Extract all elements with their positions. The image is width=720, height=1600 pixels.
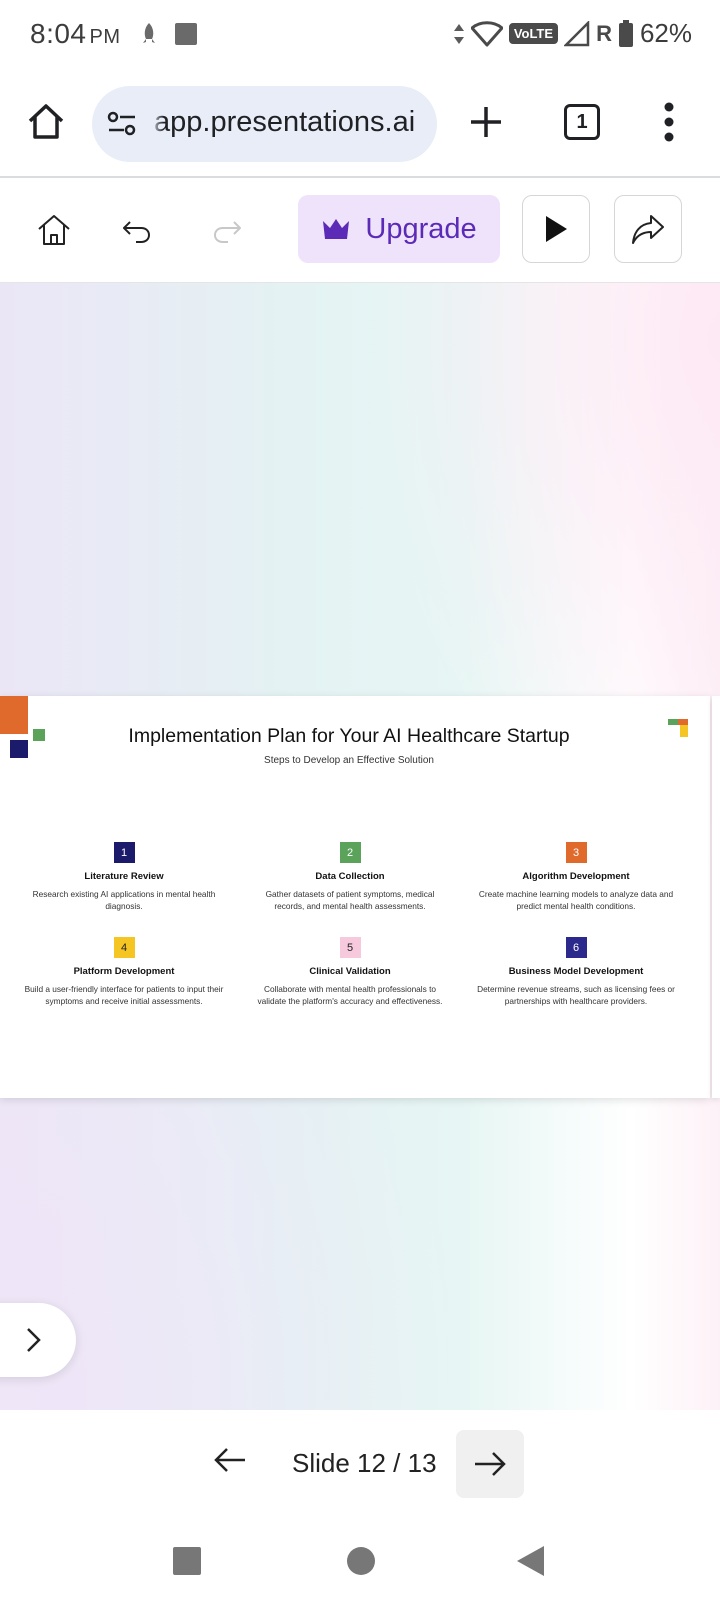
tab-switcher-button[interactable]: 1	[564, 104, 600, 140]
slide-navigation: Slide 12 / 13	[0, 1410, 720, 1520]
share-button[interactable]	[614, 195, 682, 263]
previous-slide-button[interactable]	[212, 1440, 248, 1480]
data-transfer-icon	[453, 23, 464, 44]
step-1[interactable]: 1 Literature Review Research existing AI…	[24, 842, 224, 912]
signal-icon	[564, 20, 590, 46]
step-number-badge: 3	[565, 842, 587, 863]
next-slide-edge[interactable]	[712, 696, 720, 1098]
step-description: Create machine learning models to analyz…	[478, 889, 674, 911]
browser-home-icon[interactable]	[26, 102, 66, 142]
site-settings-icon[interactable]	[106, 108, 138, 140]
status-indicators: VoLTE R 62%	[453, 18, 692, 49]
step-4[interactable]: 4 Platform Development Build a user-frie…	[24, 937, 224, 1007]
upgrade-button[interactable]: Upgrade	[298, 195, 500, 263]
status-bar: 8:04 PM VoLTE R 62%	[0, 0, 720, 70]
battery-percent: 62%	[639, 18, 692, 48]
undo-icon[interactable]	[116, 210, 156, 250]
step-number-badge: 4	[113, 937, 135, 958]
step-description: Determine revenue streams, such as licen…	[477, 984, 675, 1006]
app-notification-icon	[175, 23, 197, 45]
address-bar[interactable]: app.presentations.ai	[92, 86, 437, 162]
step-number-badge: 2	[339, 842, 361, 863]
crown-icon	[323, 219, 350, 239]
step-title: Platform Development	[73, 966, 175, 977]
redo-icon[interactable]	[208, 210, 248, 250]
slide-title[interactable]: Implementation Plan for Your AI Healthca…	[0, 725, 698, 748]
url-fade	[150, 96, 164, 152]
slide-canvas[interactable]: Implementation Plan for Your AI Healthca…	[0, 283, 720, 1410]
step-number-badge: 5	[339, 937, 361, 958]
status-time-value: 8:04	[30, 18, 87, 49]
roaming-indicator: R	[596, 20, 612, 46]
step-3[interactable]: 3 Algorithm Development Create machine l…	[476, 842, 676, 912]
step-title: Algorithm Development	[522, 871, 630, 882]
step-title: Business Model Development	[508, 966, 644, 977]
step-description: Collaborate with mental health professio…	[257, 984, 443, 1006]
slide-subtitle[interactable]: Steps to Develop an Effective Solution	[0, 755, 698, 766]
step-5[interactable]: 5 Clinical Validation Collaborate with m…	[250, 937, 450, 1007]
chevron-right-icon	[27, 1328, 41, 1352]
notification-icons	[140, 22, 198, 46]
recents-button[interactable]	[172, 1546, 202, 1576]
step-number-badge: 6	[565, 937, 587, 958]
step-title: Literature Review	[84, 871, 164, 882]
new-tab-icon[interactable]	[466, 102, 506, 142]
step-2[interactable]: 2 Data Collection Gather datasets of pat…	[250, 842, 450, 912]
play-icon	[546, 216, 567, 242]
status-ampm: PM	[89, 26, 121, 48]
system-navigation-bar	[0, 1520, 720, 1600]
home-button[interactable]	[346, 1546, 376, 1576]
slide-panel-toggle[interactable]	[0, 1303, 76, 1377]
back-button[interactable]	[514, 1544, 546, 1578]
step-description: Gather datasets of patient symptoms, med…	[265, 889, 435, 911]
step-number-badge: 1	[113, 842, 135, 863]
present-button[interactable]	[522, 195, 590, 263]
share-icon	[632, 215, 664, 244]
url-text: app.presentations.ai	[154, 106, 416, 138]
step-title: Clinical Validation	[309, 966, 391, 977]
slide-counter: Slide 12 / 13	[292, 1448, 437, 1478]
step-6[interactable]: 6 Business Model Development Determine r…	[476, 937, 676, 1007]
wifi-icon	[470, 20, 503, 46]
slide[interactable]: Implementation Plan for Your AI Healthca…	[0, 696, 710, 1098]
arrow-right-icon	[475, 1452, 506, 1476]
rocket-icon	[143, 23, 155, 43]
step-title: Data Collection	[315, 871, 385, 882]
battery-icon	[618, 19, 633, 47]
more-options-icon[interactable]	[662, 100, 676, 144]
volte-badge: VoLTE	[508, 23, 559, 44]
upgrade-label: Upgrade	[365, 212, 477, 245]
status-time: 8:04 PM	[30, 18, 121, 50]
home-icon[interactable]	[34, 210, 74, 250]
step-description: Research existing AI applications in men…	[32, 889, 216, 911]
browser-toolbar: app.presentations.ai 1	[0, 78, 720, 178]
next-slide-button[interactable]	[456, 1430, 524, 1498]
editor-toolbar: Upgrade	[0, 178, 720, 283]
step-description: Build a user-friendly interface for pati…	[24, 984, 224, 1006]
